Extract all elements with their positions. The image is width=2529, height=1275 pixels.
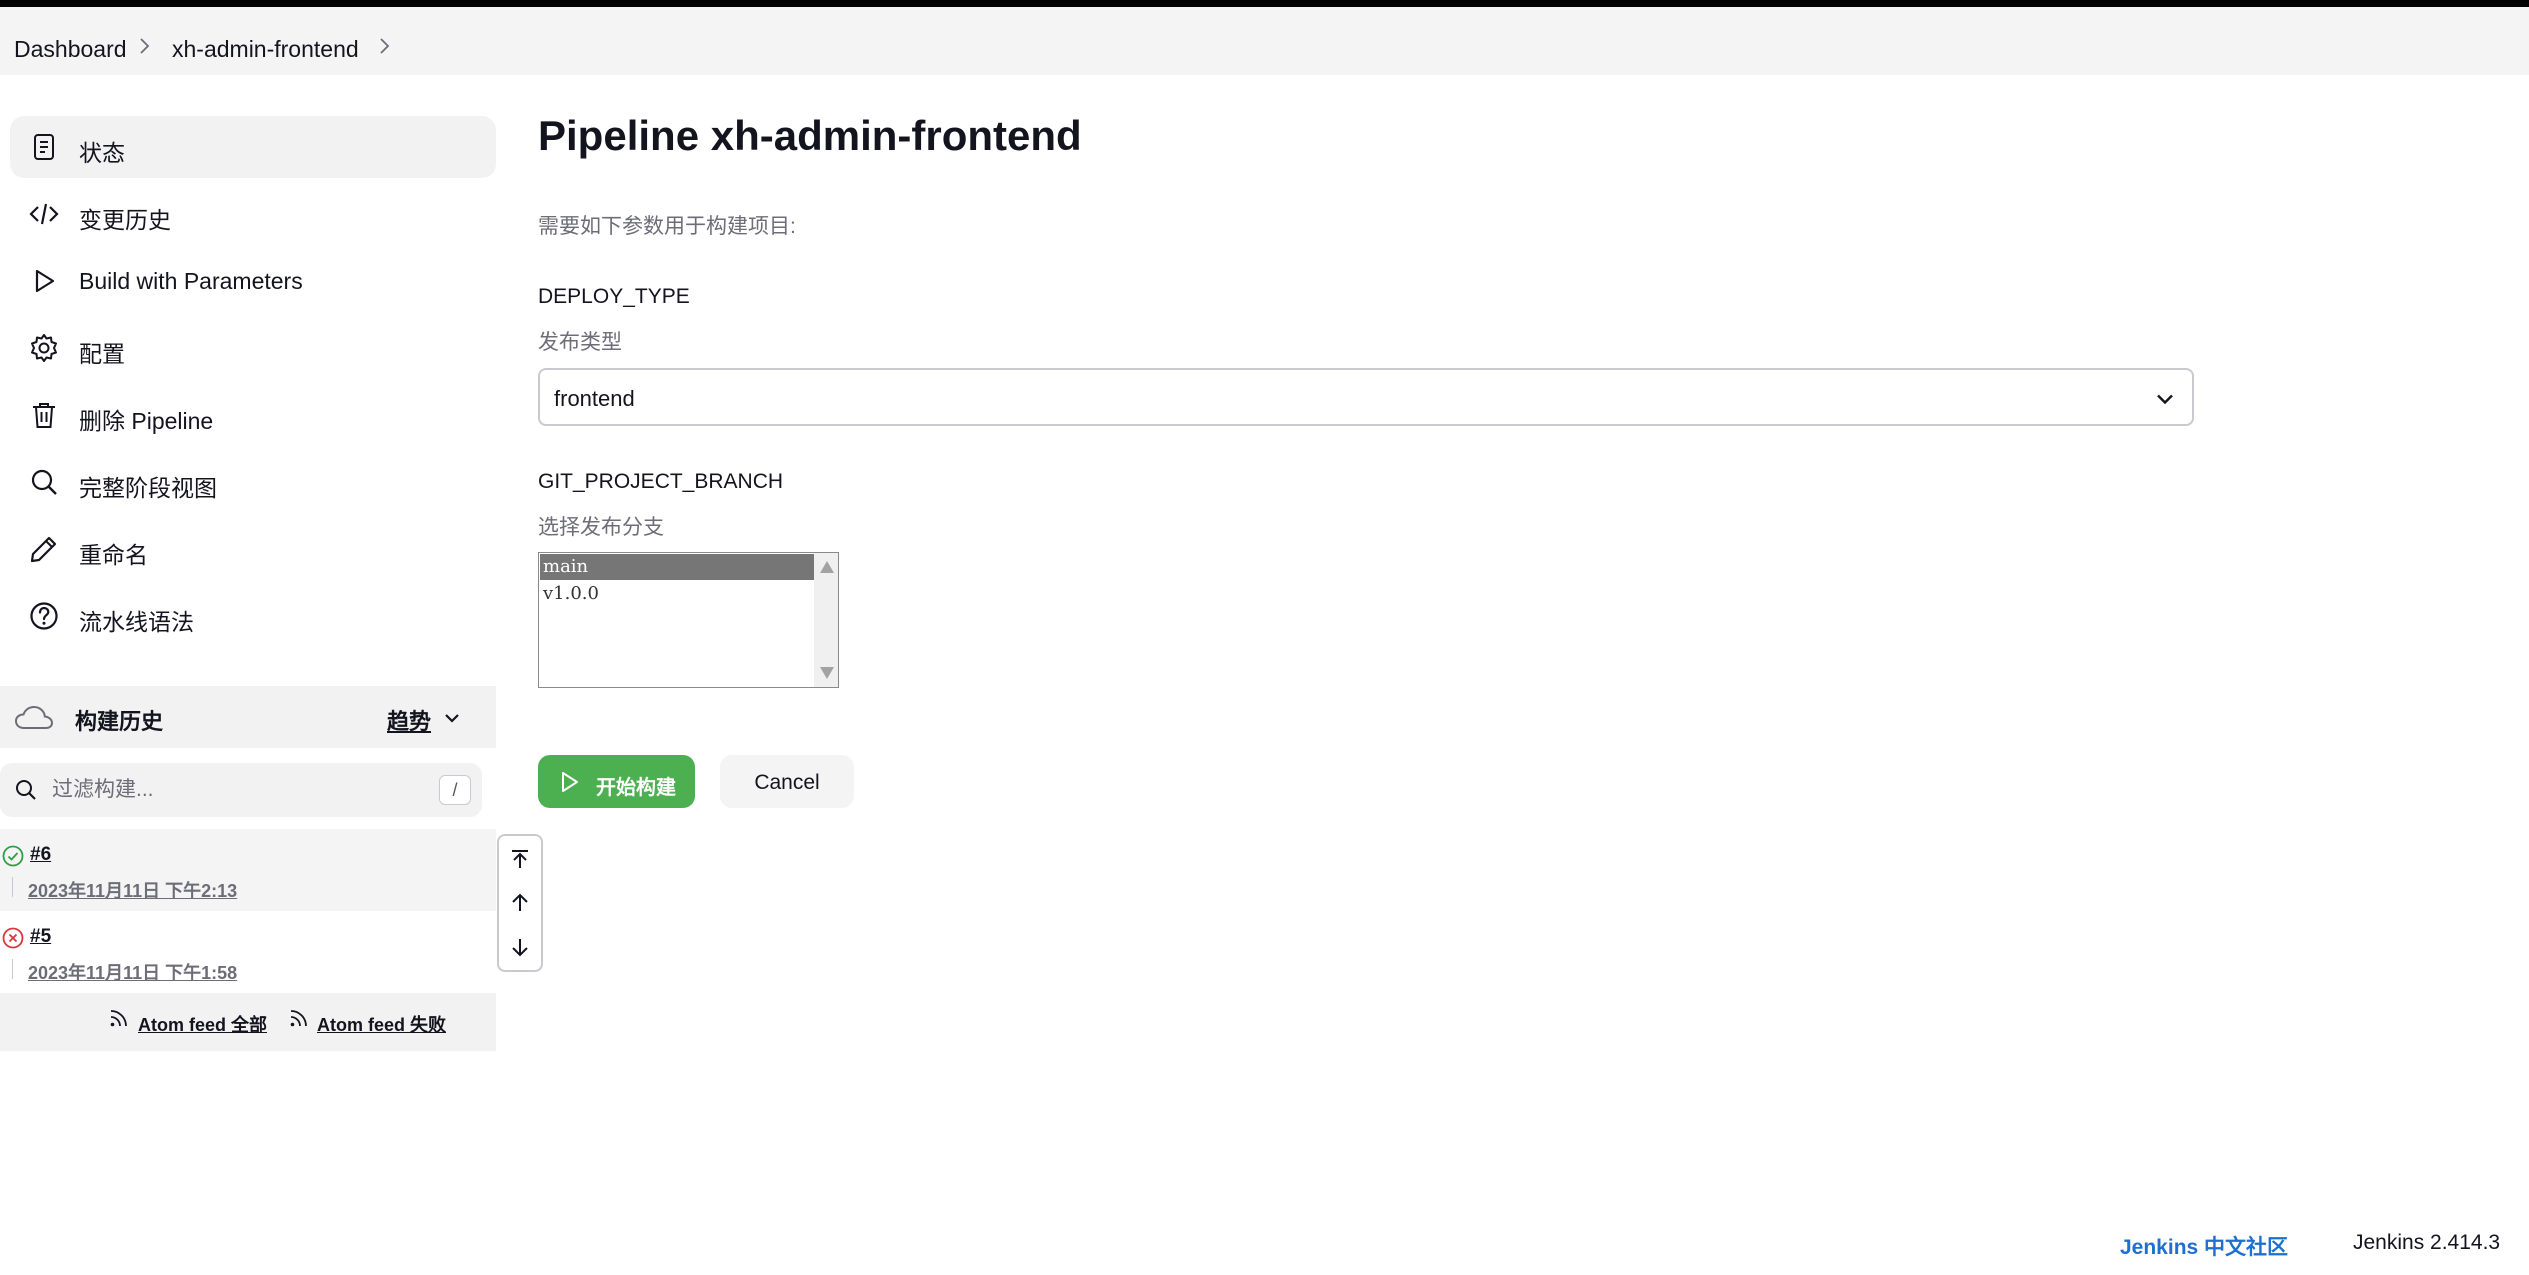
cloud-icon xyxy=(14,705,54,729)
chevron-down-icon xyxy=(2157,394,2173,405)
sidebar-item-label: 完整阶段视图 xyxy=(79,475,217,501)
top-bar xyxy=(0,0,2529,7)
code-icon xyxy=(29,203,59,225)
arrow-down-icon xyxy=(512,939,528,957)
listbox-option[interactable]: v1.0.0 xyxy=(540,581,814,607)
cancel-label: Cancel xyxy=(754,771,820,794)
breadcrumb: Dashboard xh-admin-frontend xyxy=(0,7,2529,75)
build-date-link[interactable]: 2023年11月11日 下午1:58 xyxy=(28,959,237,985)
build-filter-input[interactable] xyxy=(52,773,422,807)
rss-icon xyxy=(290,1010,307,1027)
sidebar-item-label: 状态 xyxy=(79,140,125,166)
sidebar-item-changes[interactable]: 变更历史 xyxy=(10,183,496,245)
sidebar-item-full-stage-view[interactable]: 完整阶段视图 xyxy=(10,451,496,513)
listbox-option-selected[interactable]: main xyxy=(540,554,814,580)
scroll-down-button[interactable] xyxy=(499,926,541,970)
start-build-label: 开始构建 xyxy=(596,777,676,799)
page-title: Pipeline xh-admin-frontend xyxy=(538,112,1082,159)
scroll-down-arrow-icon[interactable] xyxy=(820,667,834,679)
rss-icon xyxy=(110,1010,127,1027)
sidebar-item-label: 删除 Pipeline xyxy=(79,408,214,434)
jenkins-community-link[interactable]: Jenkins 中文社区 xyxy=(2120,1231,2288,1261)
param-description: 发布类型 xyxy=(538,331,622,354)
param-name: DEPLOY_TYPE xyxy=(538,285,690,308)
search-icon xyxy=(16,780,36,800)
scroll-up-button[interactable] xyxy=(499,882,541,926)
success-check-icon xyxy=(2,845,24,867)
scroll-top-button[interactable] xyxy=(499,838,541,882)
play-icon xyxy=(35,269,55,293)
parameters-description: 需要如下参数用于构建项目: xyxy=(538,215,796,238)
scroll-controls xyxy=(497,834,543,972)
jenkins-version[interactable]: Jenkins 2.414.3 xyxy=(2353,1231,2500,1255)
breadcrumb-dashboard[interactable]: Dashboard xyxy=(14,36,127,63)
trash-icon xyxy=(33,403,55,428)
sidebar-item-delete-pipeline[interactable]: 删除 Pipeline xyxy=(10,384,496,446)
sidebar-item-configure[interactable]: 配置 xyxy=(10,317,496,379)
breadcrumb-chevron-icon[interactable] xyxy=(138,34,152,58)
keyboard-shortcut-badge: / xyxy=(439,775,471,805)
build-row[interactable]: #6 2023年11月11日 下午2:13 xyxy=(0,829,496,911)
build-date-link[interactable]: 2023年11月11日 下午2:13 xyxy=(28,877,237,903)
sidebar-item-label: 重命名 xyxy=(79,542,148,568)
sidebar-item-label: Build with Parameters xyxy=(79,268,303,294)
atom-feed-all-link[interactable]: Atom feed 全部 xyxy=(138,1011,267,1037)
atom-feed-failed-link[interactable]: Atom feed 失败 xyxy=(317,1011,446,1037)
build-history-header: 构建历史 趋势 xyxy=(0,686,496,748)
start-build-button[interactable]: 开始构建 xyxy=(538,755,695,808)
deploy-type-select[interactable]: frontend xyxy=(538,368,2194,426)
scroll-up-arrow-icon[interactable] xyxy=(820,561,834,573)
timeline-divider xyxy=(12,959,13,979)
build-number-link[interactable]: #6 xyxy=(30,844,51,866)
gear-icon xyxy=(31,334,57,362)
sidebar-item-label: 流水线语法 xyxy=(79,609,194,635)
failure-x-icon xyxy=(2,927,24,949)
play-icon xyxy=(562,772,578,792)
sidebar-item-status[interactable]: 状态 xyxy=(10,116,496,178)
sidebar-item-rename[interactable]: 重命名 xyxy=(10,518,496,580)
status-document-icon xyxy=(34,134,54,160)
atom-feed-bar: Atom feed 全部 Atom feed 失败 xyxy=(0,993,496,1051)
arrow-to-top-icon xyxy=(512,850,528,868)
param-name: GIT_PROJECT_BRANCH xyxy=(538,470,784,493)
sidebar-item-build-with-parameters[interactable]: Build with Parameters xyxy=(10,250,496,312)
sidebar-item-label: 变更历史 xyxy=(79,207,171,233)
search-icon xyxy=(31,469,57,495)
sidebar-item-label: 配置 xyxy=(79,341,125,367)
timeline-divider xyxy=(12,877,13,897)
chevron-down-icon[interactable] xyxy=(442,708,462,728)
select-value: frontend xyxy=(554,386,635,411)
cancel-button[interactable]: Cancel xyxy=(720,755,854,808)
sidebar-item-pipeline-syntax[interactable]: 流水线语法 xyxy=(10,585,496,647)
arrow-up-icon xyxy=(512,893,528,911)
breadcrumb-chevron-icon[interactable] xyxy=(378,34,392,58)
build-row[interactable]: #5 2023年11月11日 下午1:58 xyxy=(0,911,496,993)
git-branch-listbox[interactable]: main v1.0.0 xyxy=(538,552,839,688)
breadcrumb-job[interactable]: xh-admin-frontend xyxy=(172,36,359,63)
build-filter: / xyxy=(0,763,482,817)
pencil-icon xyxy=(30,536,57,563)
param-description: 选择发布分支 xyxy=(538,516,664,539)
listbox-scrollbar[interactable] xyxy=(814,553,838,687)
build-history-title: 构建历史 xyxy=(75,709,164,734)
help-icon xyxy=(30,602,58,630)
trend-link[interactable]: 趋势 xyxy=(387,704,431,736)
build-number-link[interactable]: #5 xyxy=(30,926,51,948)
